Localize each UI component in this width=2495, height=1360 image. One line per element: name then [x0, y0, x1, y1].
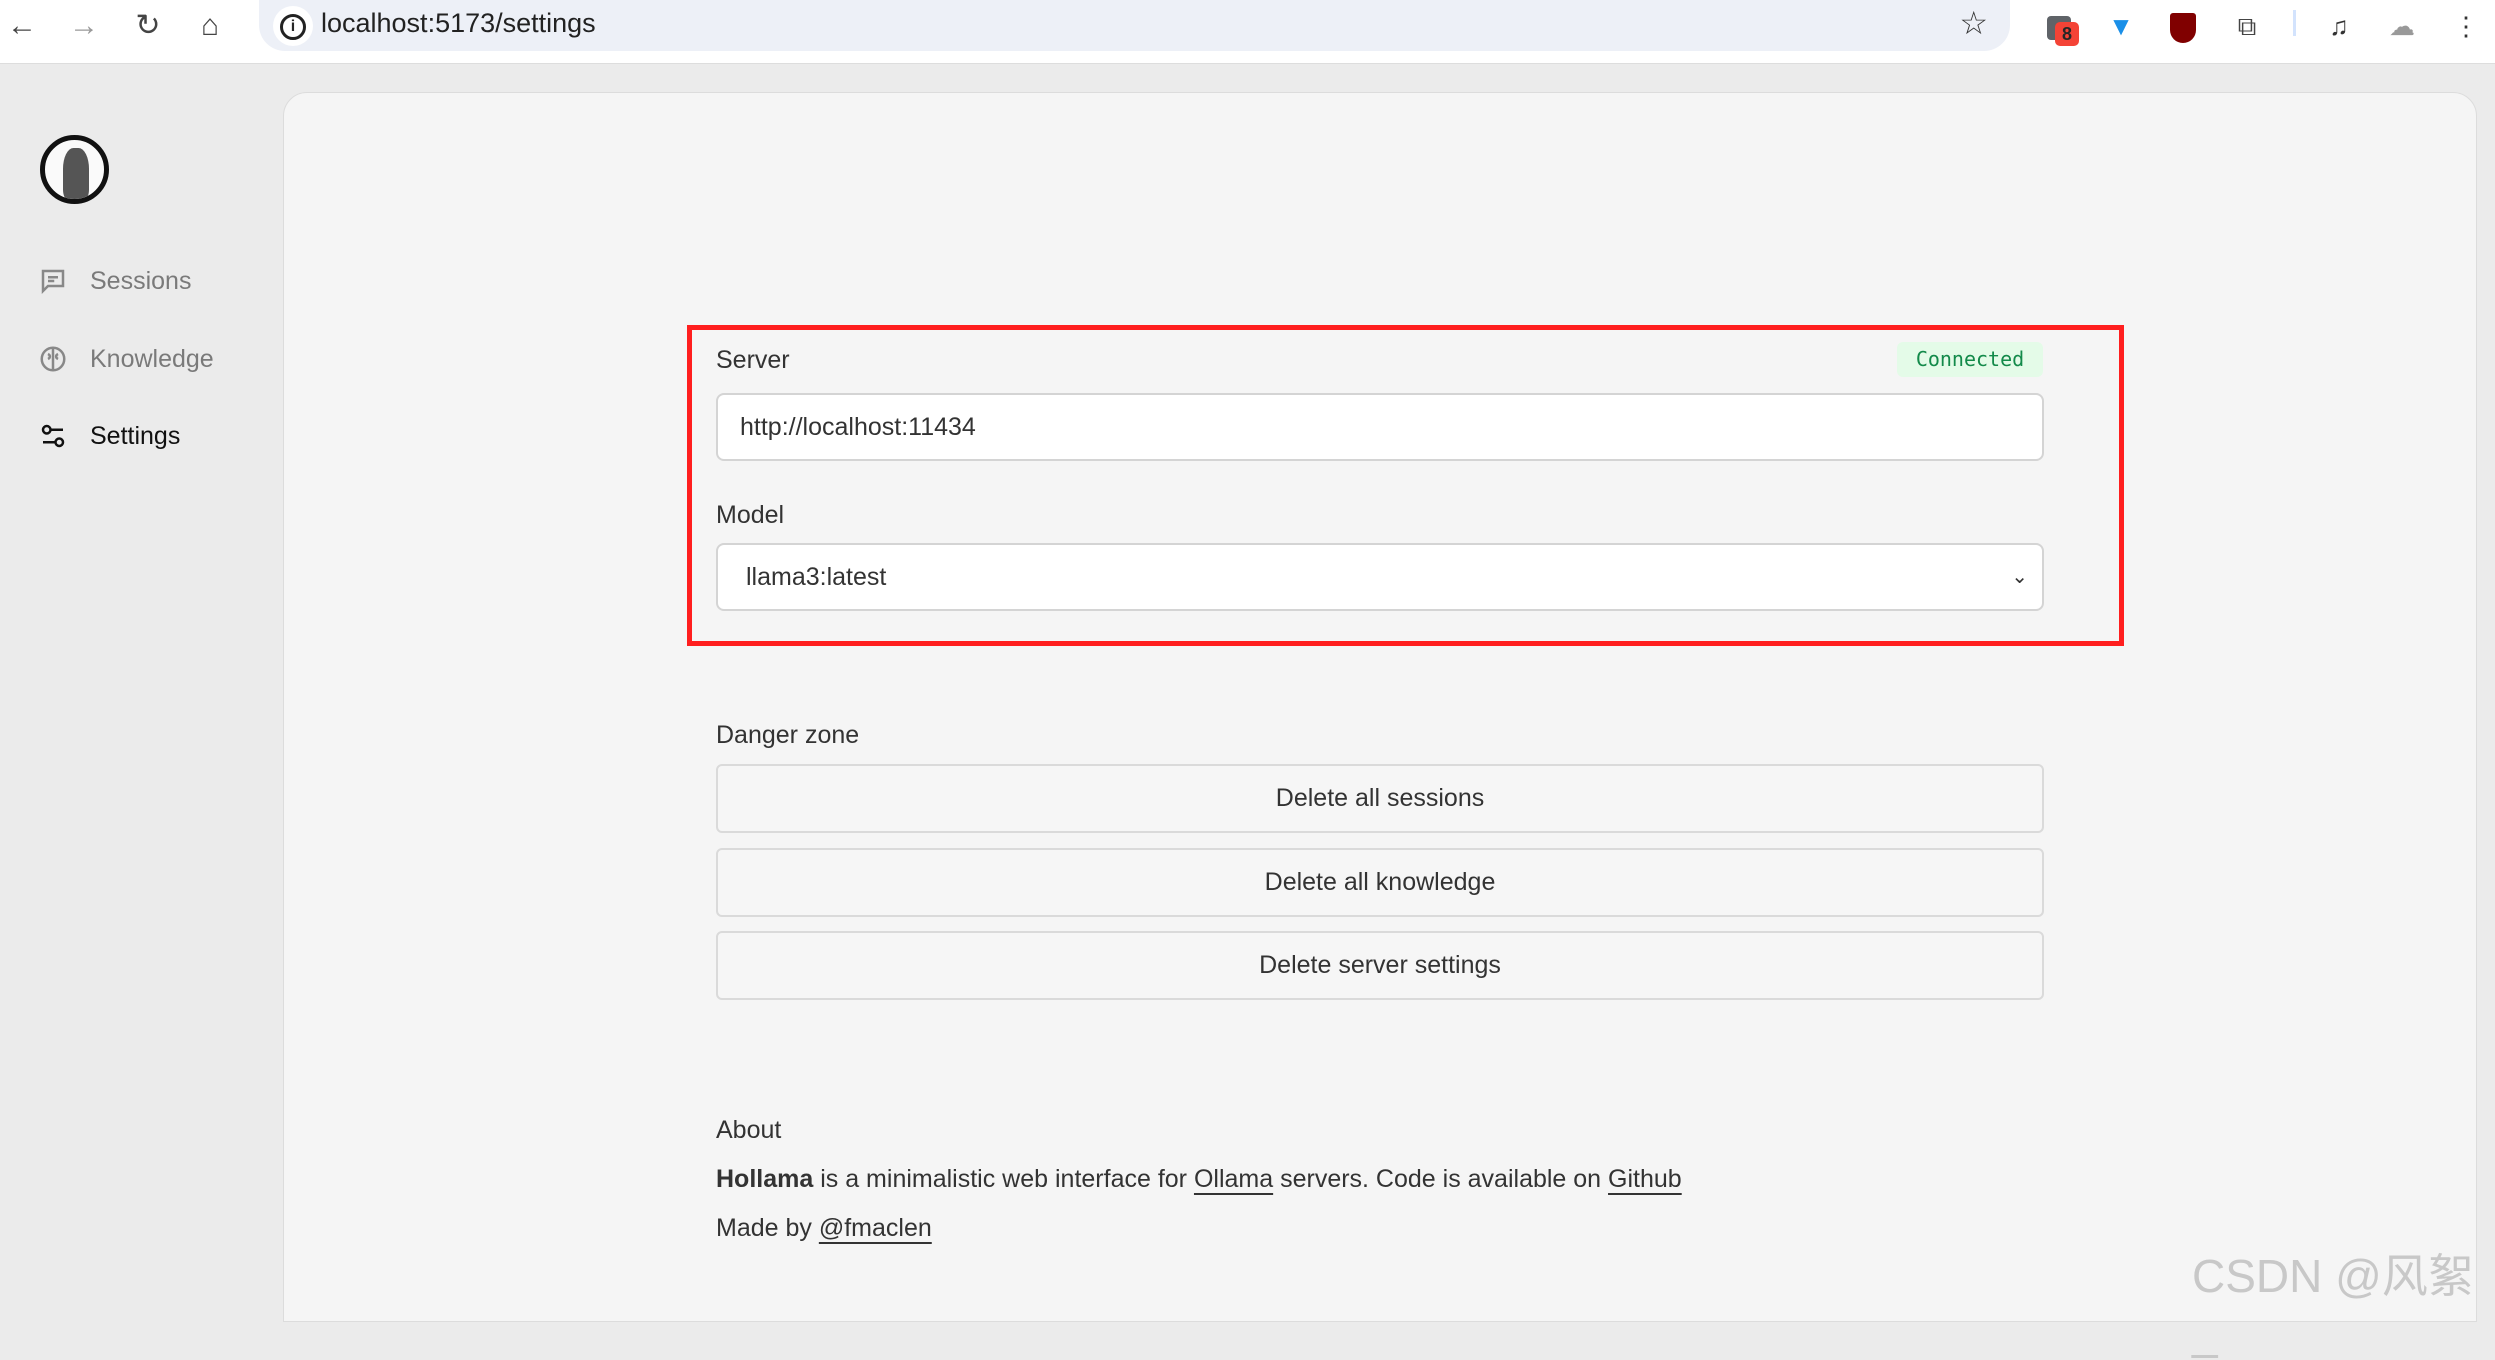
media-icon[interactable]: ♫: [2321, 8, 2357, 44]
url-text[interactable]: localhost:5173/settings: [321, 8, 596, 39]
sidebar: Sessions Knowledge Settings: [0, 64, 283, 1308]
star-icon[interactable]: ☆: [1959, 4, 1988, 42]
model-selected-value: llama3:latest: [746, 563, 887, 591]
model-select[interactable]: llama3:latest ⌄: [716, 543, 2044, 611]
chat-icon: [41, 269, 65, 295]
puzzle-icon[interactable]: ⧉: [2229, 8, 2265, 44]
home-icon[interactable]: ⌂: [192, 8, 228, 44]
made-by-text: Made by: [716, 1214, 819, 1242]
ollama-link[interactable]: Ollama: [1194, 1165, 1273, 1193]
cat-icon[interactable]: ☁: [2384, 8, 2420, 44]
author-link[interactable]: @fmaclen: [819, 1214, 932, 1242]
watermark: CSDN @风絮_: [2192, 1250, 2474, 1359]
sidebar-item-settings[interactable]: Settings: [38, 421, 180, 451]
forward-icon[interactable]: →: [66, 8, 102, 44]
about-text: servers. Code is available on: [1273, 1165, 1609, 1193]
delete-all-knowledge-button[interactable]: Delete all knowledge: [716, 848, 2044, 917]
sidebar-item-sessions[interactable]: Sessions: [38, 266, 191, 296]
github-link[interactable]: Github: [1608, 1165, 1682, 1193]
extension-badge: 8: [2055, 22, 2079, 46]
menu-icon[interactable]: ⋮: [2448, 8, 2484, 44]
reload-icon[interactable]: ↻: [130, 8, 166, 44]
address-bar[interactable]: i localhost:5173/settings ☆: [259, 0, 2010, 51]
back-icon[interactable]: ←: [4, 8, 40, 44]
toolbar-divider: [2293, 10, 2296, 36]
app-name: Hollama: [716, 1165, 814, 1193]
about-text: is a minimalistic web interface for: [813, 1165, 1194, 1193]
model-label: Model: [716, 501, 785, 529]
server-url-input[interactable]: http://localhost:11434: [716, 393, 2044, 461]
sliders-icon: [41, 424, 65, 448]
extension-icon[interactable]: 8: [2041, 8, 2079, 46]
browser-toolbar: ← → ↻ ⌂ i localhost:5173/settings ☆ 8 ▼ …: [0, 0, 2495, 64]
danger-zone-label: Danger zone: [716, 721, 860, 749]
sidebar-item-label: Knowledge: [90, 344, 214, 373]
filter-icon[interactable]: ▼: [2103, 8, 2139, 44]
server-url-value: http://localhost:11434: [740, 413, 976, 441]
about-title: About: [716, 1116, 782, 1144]
server-label: Server: [716, 346, 790, 374]
made-by: Made by @fmaclen: [716, 1214, 932, 1243]
sidebar-item-label: Sessions: [90, 266, 192, 295]
delete-all-sessions-button[interactable]: Delete all sessions: [716, 764, 2044, 833]
ublock-icon[interactable]: [2165, 8, 2201, 44]
status-badge: Connected: [1897, 342, 2043, 377]
delete-server-settings-button[interactable]: Delete server settings: [716, 931, 2044, 1000]
brain-icon: [40, 346, 66, 372]
info-icon[interactable]: i: [273, 6, 313, 46]
chevron-down-icon: ⌄: [2011, 566, 2028, 588]
sidebar-item-label: Settings: [90, 421, 181, 450]
sidebar-item-knowledge[interactable]: Knowledge: [38, 344, 214, 374]
settings-panel: [283, 92, 2477, 1322]
about-description: Hollama is a minimalistic web interface …: [716, 1165, 1682, 1194]
hollama-logo[interactable]: [40, 135, 109, 204]
